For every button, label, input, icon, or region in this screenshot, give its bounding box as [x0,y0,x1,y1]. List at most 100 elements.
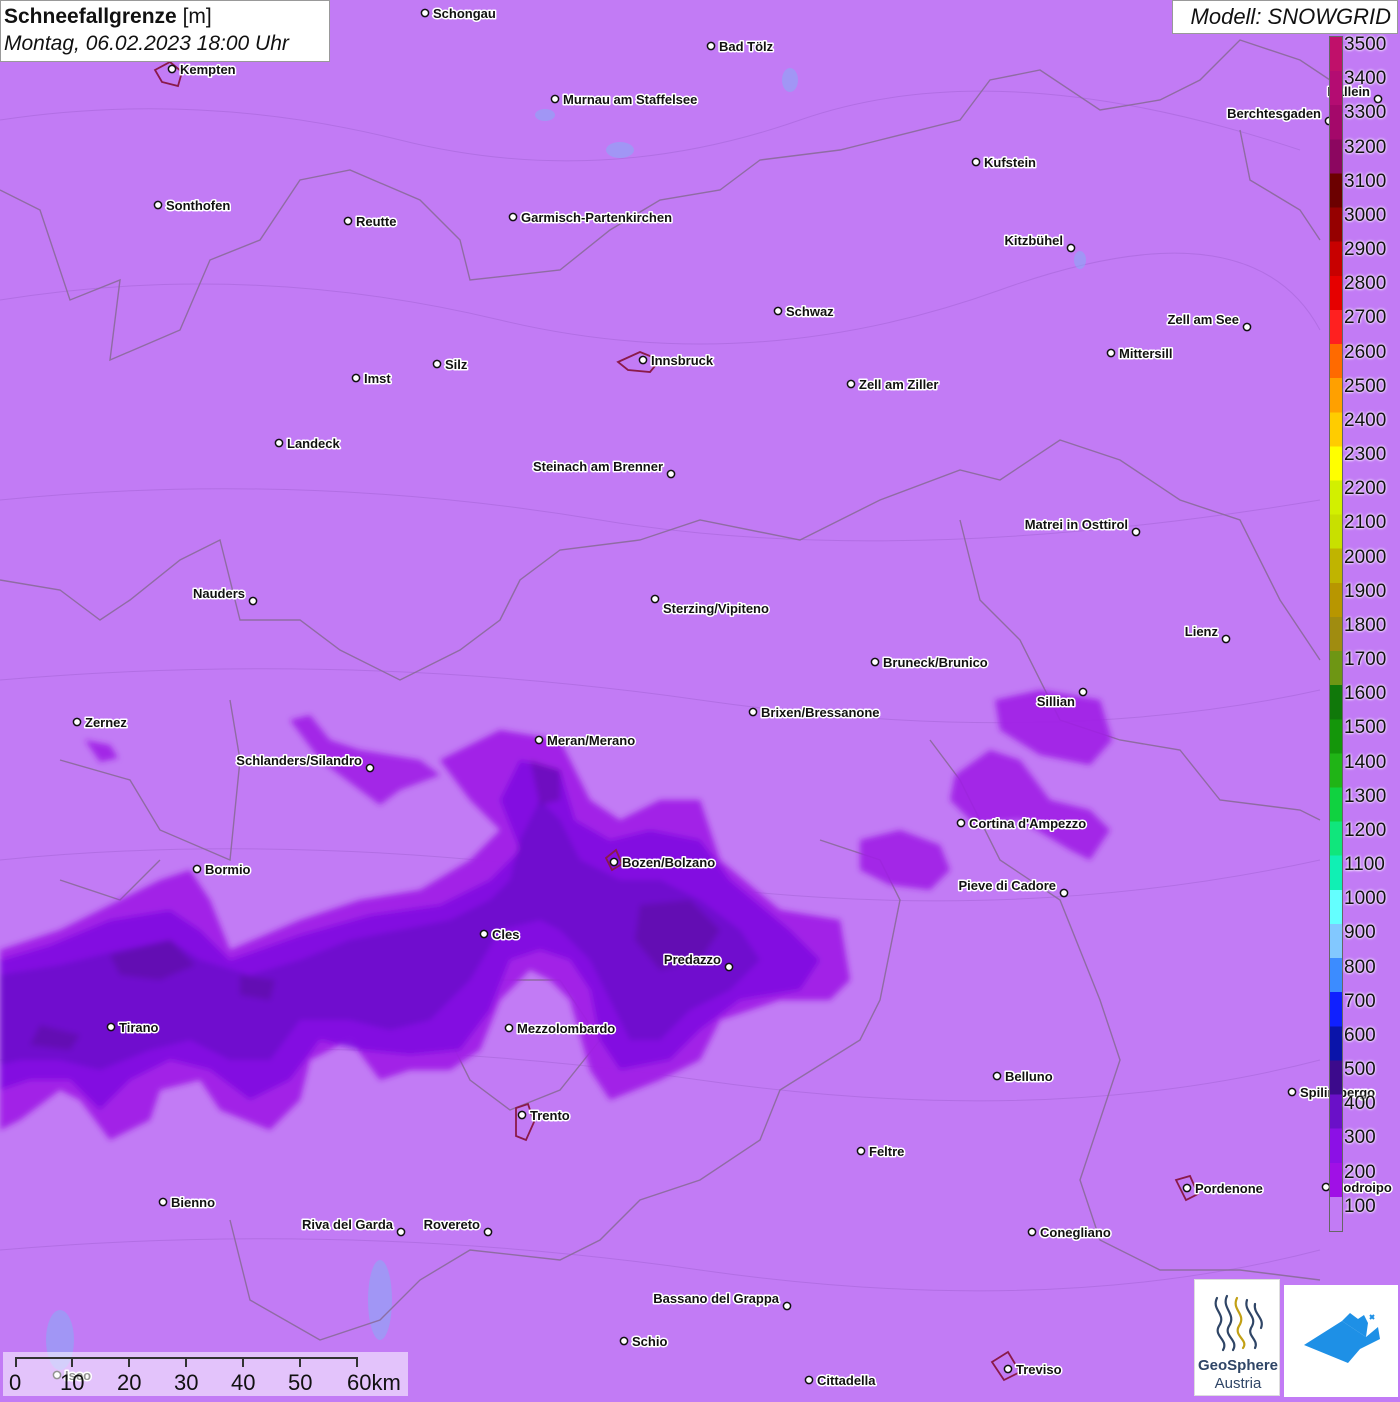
city-dot [619,1336,629,1346]
scale-tick [15,1357,17,1367]
model-label: Modell: SNOWGRID [1172,0,1398,34]
city-label: Cles [492,927,519,942]
city-label: Treviso [1016,1362,1062,1377]
snowfall-map[interactable]: Schongau Kempten Bad Tölz Murnau am Staffel… [0,0,1400,1400]
city-label: Cittadella [817,1373,876,1388]
city-dot [1066,243,1076,253]
city-label: Reutte [356,214,396,229]
scale-tick [242,1357,244,1367]
legend-label: 400 [1344,1093,1376,1115]
legend-label: 2100 [1344,512,1387,534]
city-dot [773,306,783,316]
city-label: Zernez [85,715,127,730]
city-label: Trento [530,1108,570,1123]
map-datetime: Montag, 06.02.2023 18:00 Uhr [4,32,289,55]
city-dot [971,157,981,167]
map-title: Schneefallgrenze [m] [4,5,212,28]
city-label: Feltre [869,1144,904,1159]
legend-label: 1100 [1344,854,1385,876]
legend-label: 1500 [1344,717,1387,739]
city-dot [666,469,676,479]
city-label: Berchtesgaden [1227,106,1321,121]
legend-label: 1400 [1344,751,1387,773]
legend-label: 2600 [1344,341,1387,363]
city-marker: Mezzolombardo [504,1020,617,1038]
legend-label: 1700 [1344,649,1387,671]
scale-tick [128,1357,130,1367]
city-dot [724,962,734,972]
city-dot [1221,634,1231,644]
title-box: Schneefallgrenze [m] Montag, 06.02.2023 … [0,0,330,62]
city-marker: Cortina d'Ampezzo [956,815,1088,833]
city-label: Predazzo [664,952,721,967]
legend-label: 1000 [1344,888,1387,910]
city-label: Rovereto [424,1217,480,1232]
legend-label: 2300 [1344,444,1387,466]
city-marker: Zell am Ziller [846,376,940,394]
city-dot [1003,1364,1013,1374]
city-label: Innsbruck [651,353,714,368]
scale-label: 50 [288,1370,313,1395]
city-marker: Bozen/Bolzano [609,854,717,872]
snow-logo [1284,1285,1398,1397]
city-dot [517,1110,527,1120]
city-dot [992,1071,1002,1081]
city-label: Garmisch-Partenkirchen [521,210,672,225]
legend-label: 3100 [1344,170,1387,192]
scale-label: 30 [174,1370,199,1395]
geosphere-logo-icon [1214,1294,1263,1352]
city-dot [1059,888,1069,898]
city-label: Kempten [180,62,236,77]
city-marker: Garmisch-Partenkirchen [508,209,674,227]
city-dot [483,1227,493,1237]
city-marker: Sonthofen [153,197,232,215]
legend-label: 2000 [1344,546,1387,568]
city-dot [1027,1227,1037,1237]
legend-label: 3200 [1344,136,1387,158]
city-dot [420,8,430,18]
city-label: Mezzolombardo [517,1021,615,1036]
city-dot [153,200,163,210]
city-label: Landeck [287,436,341,451]
city-label: Bruneck/Brunico [883,655,988,670]
city-marker: Meran/Merano [534,732,637,750]
city-dot [248,596,258,606]
city-dot [158,1197,168,1207]
city-dot [550,94,560,104]
city-label: Mittersill [1119,346,1172,361]
city-dot [856,1146,866,1156]
legend-label: 500 [1344,1059,1376,1081]
city-label: Kitzbühel [1005,233,1064,248]
legend-label: 2700 [1344,307,1387,329]
city-label: Schwaz [786,304,834,319]
city-dot [504,1023,514,1033]
city-label: Pieve di Cadore [958,878,1056,893]
legend-label: 2800 [1344,273,1387,295]
city-marker: Schongau [420,5,497,23]
legend-label: 1800 [1344,614,1387,636]
legend-label: 1600 [1344,683,1387,705]
city-dot [167,64,177,74]
scale-label: 20 [117,1370,142,1395]
city-label: Murnau am Staffelsee [563,92,697,107]
city-dot [782,1301,792,1311]
city-label: Bad Tölz [719,39,774,54]
city-dot [534,735,544,745]
city-dot [1078,687,1088,697]
scale-label: 10 [60,1370,85,1395]
city-label: Bienno [171,1195,215,1210]
city-label: Schio [632,1334,667,1349]
city-label: Bozen/Bolzano [622,855,715,870]
city-dot [274,438,284,448]
city-label: Sterzing/Vipiteno [663,601,769,616]
city-label: Sillian [1037,694,1075,709]
color-legend-labels: 3500 3400 3300 3200 3100 3000 2900 2800 2700 2600… [1344,35,1400,1236]
city-label: Schlanders/Silandro [236,753,362,768]
city-dot [106,1022,116,1032]
city-dot [1182,1183,1192,1193]
scale-tick [71,1357,73,1367]
scale-label: 40 [231,1370,256,1395]
legend-label: 1900 [1344,580,1387,602]
legend-label: 2200 [1344,478,1387,500]
legend-label: 1300 [1344,785,1387,807]
